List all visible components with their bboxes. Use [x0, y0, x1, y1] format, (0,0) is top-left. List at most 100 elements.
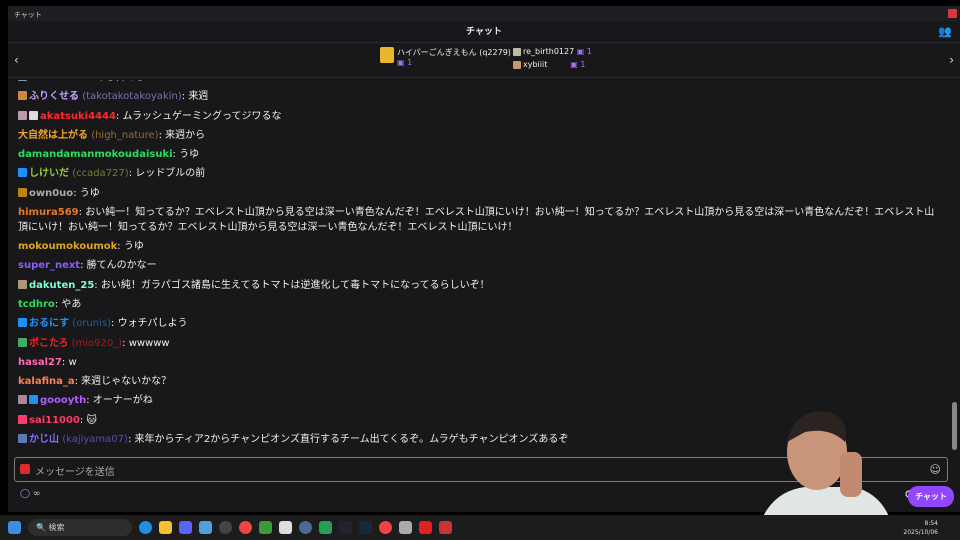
message-text: おい純！ガラパゴス諸島に生えてるトマトは逆進化して毒トマトになってるらしいぞ！ — [100, 279, 490, 291]
points-value: ∞ — [32, 489, 41, 499]
chrome-icon[interactable] — [379, 521, 392, 534]
message-text: レッドブルの前 — [135, 168, 206, 180]
user-badge-icon[interactable] — [29, 110, 38, 120]
user-badge-icon[interactable] — [18, 80, 27, 81]
message-text: ある日くらい — [95, 80, 155, 83]
chat-message: super_next: 勝てんのかなー — [18, 260, 157, 272]
username[interactable]: dictum226 — [29, 80, 89, 83]
close-button[interactable] — [948, 9, 957, 18]
edge-icon[interactable] — [139, 521, 152, 534]
chrome-icon[interactable] — [239, 521, 252, 534]
channel-points[interactable]: ◯ ∞ — [20, 489, 40, 499]
chat-message: hasal27: w — [18, 356, 77, 368]
title-bar: チャット — [8, 6, 960, 21]
user-badge-icon[interactable] — [18, 187, 27, 197]
obs-icon[interactable] — [219, 521, 232, 534]
message-text: うゆ — [123, 241, 144, 253]
username[interactable]: かじ山 — [29, 434, 59, 445]
gift-count: 1 — [407, 58, 413, 67]
window-title: チャット — [14, 11, 42, 19]
user-login[interactable]: (mio920_) — [72, 338, 123, 349]
username[interactable]: hasal27 — [18, 357, 62, 368]
gift-leaderboard: ‹ ハイパーごんぎえもん (q2279) ▣ 1 re_birth0127 ▣ 1… — [8, 43, 960, 78]
time: 8:54 — [924, 520, 938, 527]
chat-message: himura569: おい純一！知ってるか？エベレスト山頂から見る空は深ーい青色… — [18, 207, 935, 234]
gift-count: 1 — [580, 60, 586, 69]
chat-message: tcdhro: やあ — [18, 298, 82, 310]
camera-icon[interactable] — [20, 464, 30, 474]
gifter-name: re_birth0127 — [523, 47, 575, 56]
chat-message: しけいだ (ccada727): レッドブルの前 — [18, 164, 943, 183]
username[interactable]: damandamanmokoudaisuki — [18, 149, 173, 160]
community-icon[interactable]: 👥 — [938, 21, 952, 43]
user-badge-icon[interactable] — [18, 168, 27, 178]
clock[interactable]: 8:54 2025/10/06 — [903, 519, 938, 537]
chat-messages: dictum226: ある日くらいふりくせる (takotakotakoyaki… — [18, 80, 943, 456]
emote-icon[interactable]: ☺ — [930, 463, 941, 476]
folder-icon[interactable] — [159, 521, 172, 534]
message-text: 来週 — [188, 91, 209, 103]
gifter-avatar — [513, 60, 521, 69]
chat-send-button[interactable]: チャット — [908, 486, 954, 507]
gift-count: 1 — [586, 47, 592, 56]
taskbar-search[interactable]: 🔍 検索 — [28, 519, 132, 536]
user-badge-icon[interactable] — [18, 414, 27, 424]
message-text: おい純一！知ってるか？エベレスト山頂から見る空は深ーい青色なんだぞ！エベレスト山… — [18, 207, 935, 234]
user-badge-icon[interactable] — [29, 395, 38, 405]
message-text: 来週じゃないかな？ — [81, 376, 172, 388]
chat-message: kalafina_a: 来週じゃないかな？ — [18, 376, 172, 388]
chevron-right-icon[interactable]: › — [949, 53, 954, 67]
chat-message: ふりくせる (takotakotakoyakin): 来週 — [18, 87, 943, 106]
user-login[interactable]: (high_nature) — [91, 130, 158, 141]
message-text: 勝てんのかなー — [86, 260, 157, 272]
username[interactable]: kalafina_a — [18, 376, 75, 387]
chevron-left-icon[interactable]: ‹ — [14, 53, 19, 67]
username[interactable]: super_next — [18, 260, 80, 271]
user-badge-icon[interactable] — [18, 337, 27, 347]
drive-icon[interactable] — [319, 521, 332, 534]
message-text: うゆ — [179, 149, 200, 161]
user-login[interactable]: (ccada727) — [72, 168, 129, 179]
username[interactable]: しけいだ — [29, 168, 69, 179]
block-icon[interactable] — [419, 521, 432, 534]
username[interactable]: himura569 — [18, 207, 79, 218]
steam-icon[interactable] — [359, 521, 372, 534]
chat-message: own0uo: うゆ — [18, 184, 943, 203]
app-icon[interactable] — [299, 521, 312, 534]
scrollbar[interactable] — [952, 402, 957, 450]
minecraft-icon[interactable] — [259, 521, 272, 534]
username[interactable]: おるにす — [29, 318, 69, 329]
user-badge-icon[interactable] — [18, 434, 27, 444]
username[interactable]: tcdhro — [18, 299, 55, 310]
user-badge-icon[interactable] — [18, 110, 27, 120]
taskbar: 🔍 検索 8:54 2025/10/06 — [0, 515, 960, 540]
user-badge-icon[interactable] — [18, 279, 27, 289]
username[interactable]: 大自然は上がる — [18, 130, 88, 141]
user-login[interactable]: (takotakotakoyakin) — [82, 91, 182, 102]
user-login[interactable]: (orunis) — [72, 318, 111, 329]
app-icon[interactable] — [399, 521, 412, 534]
user-badge-icon[interactable] — [18, 318, 27, 328]
user-badge-icon[interactable] — [18, 395, 27, 405]
username[interactable]: mokoumokoumok — [18, 241, 117, 252]
username[interactable]: own0uo — [29, 188, 73, 199]
user-login[interactable]: (kajiyama07) — [62, 434, 128, 445]
user-badge-icon[interactable] — [18, 91, 27, 101]
x-app-icon[interactable] — [279, 521, 292, 534]
notepad-icon[interactable] — [199, 521, 212, 534]
windows-start-icon[interactable] — [8, 521, 21, 534]
username[interactable]: goooyth — [40, 395, 86, 406]
message-text: やあ — [61, 298, 82, 310]
chat-message: damandamanmokoudaisuki: うゆ — [18, 149, 200, 161]
username[interactable]: dakuten_25 — [29, 280, 94, 291]
app-icon[interactable] — [439, 521, 452, 534]
chat-message: 大自然は上がる (high_nature): 来週から — [18, 129, 206, 141]
discord-icon[interactable] — [179, 521, 192, 534]
input-placeholder: メッセージを送信 — [35, 467, 115, 478]
username[interactable]: akatsuki4444 — [40, 111, 116, 122]
username[interactable]: ふりくせる — [29, 91, 79, 102]
message-text: wwwww — [128, 337, 170, 349]
monitor-icon[interactable] — [339, 521, 352, 534]
username[interactable]: ポこたろ — [29, 338, 68, 349]
username[interactable]: sai11000 — [29, 415, 80, 426]
